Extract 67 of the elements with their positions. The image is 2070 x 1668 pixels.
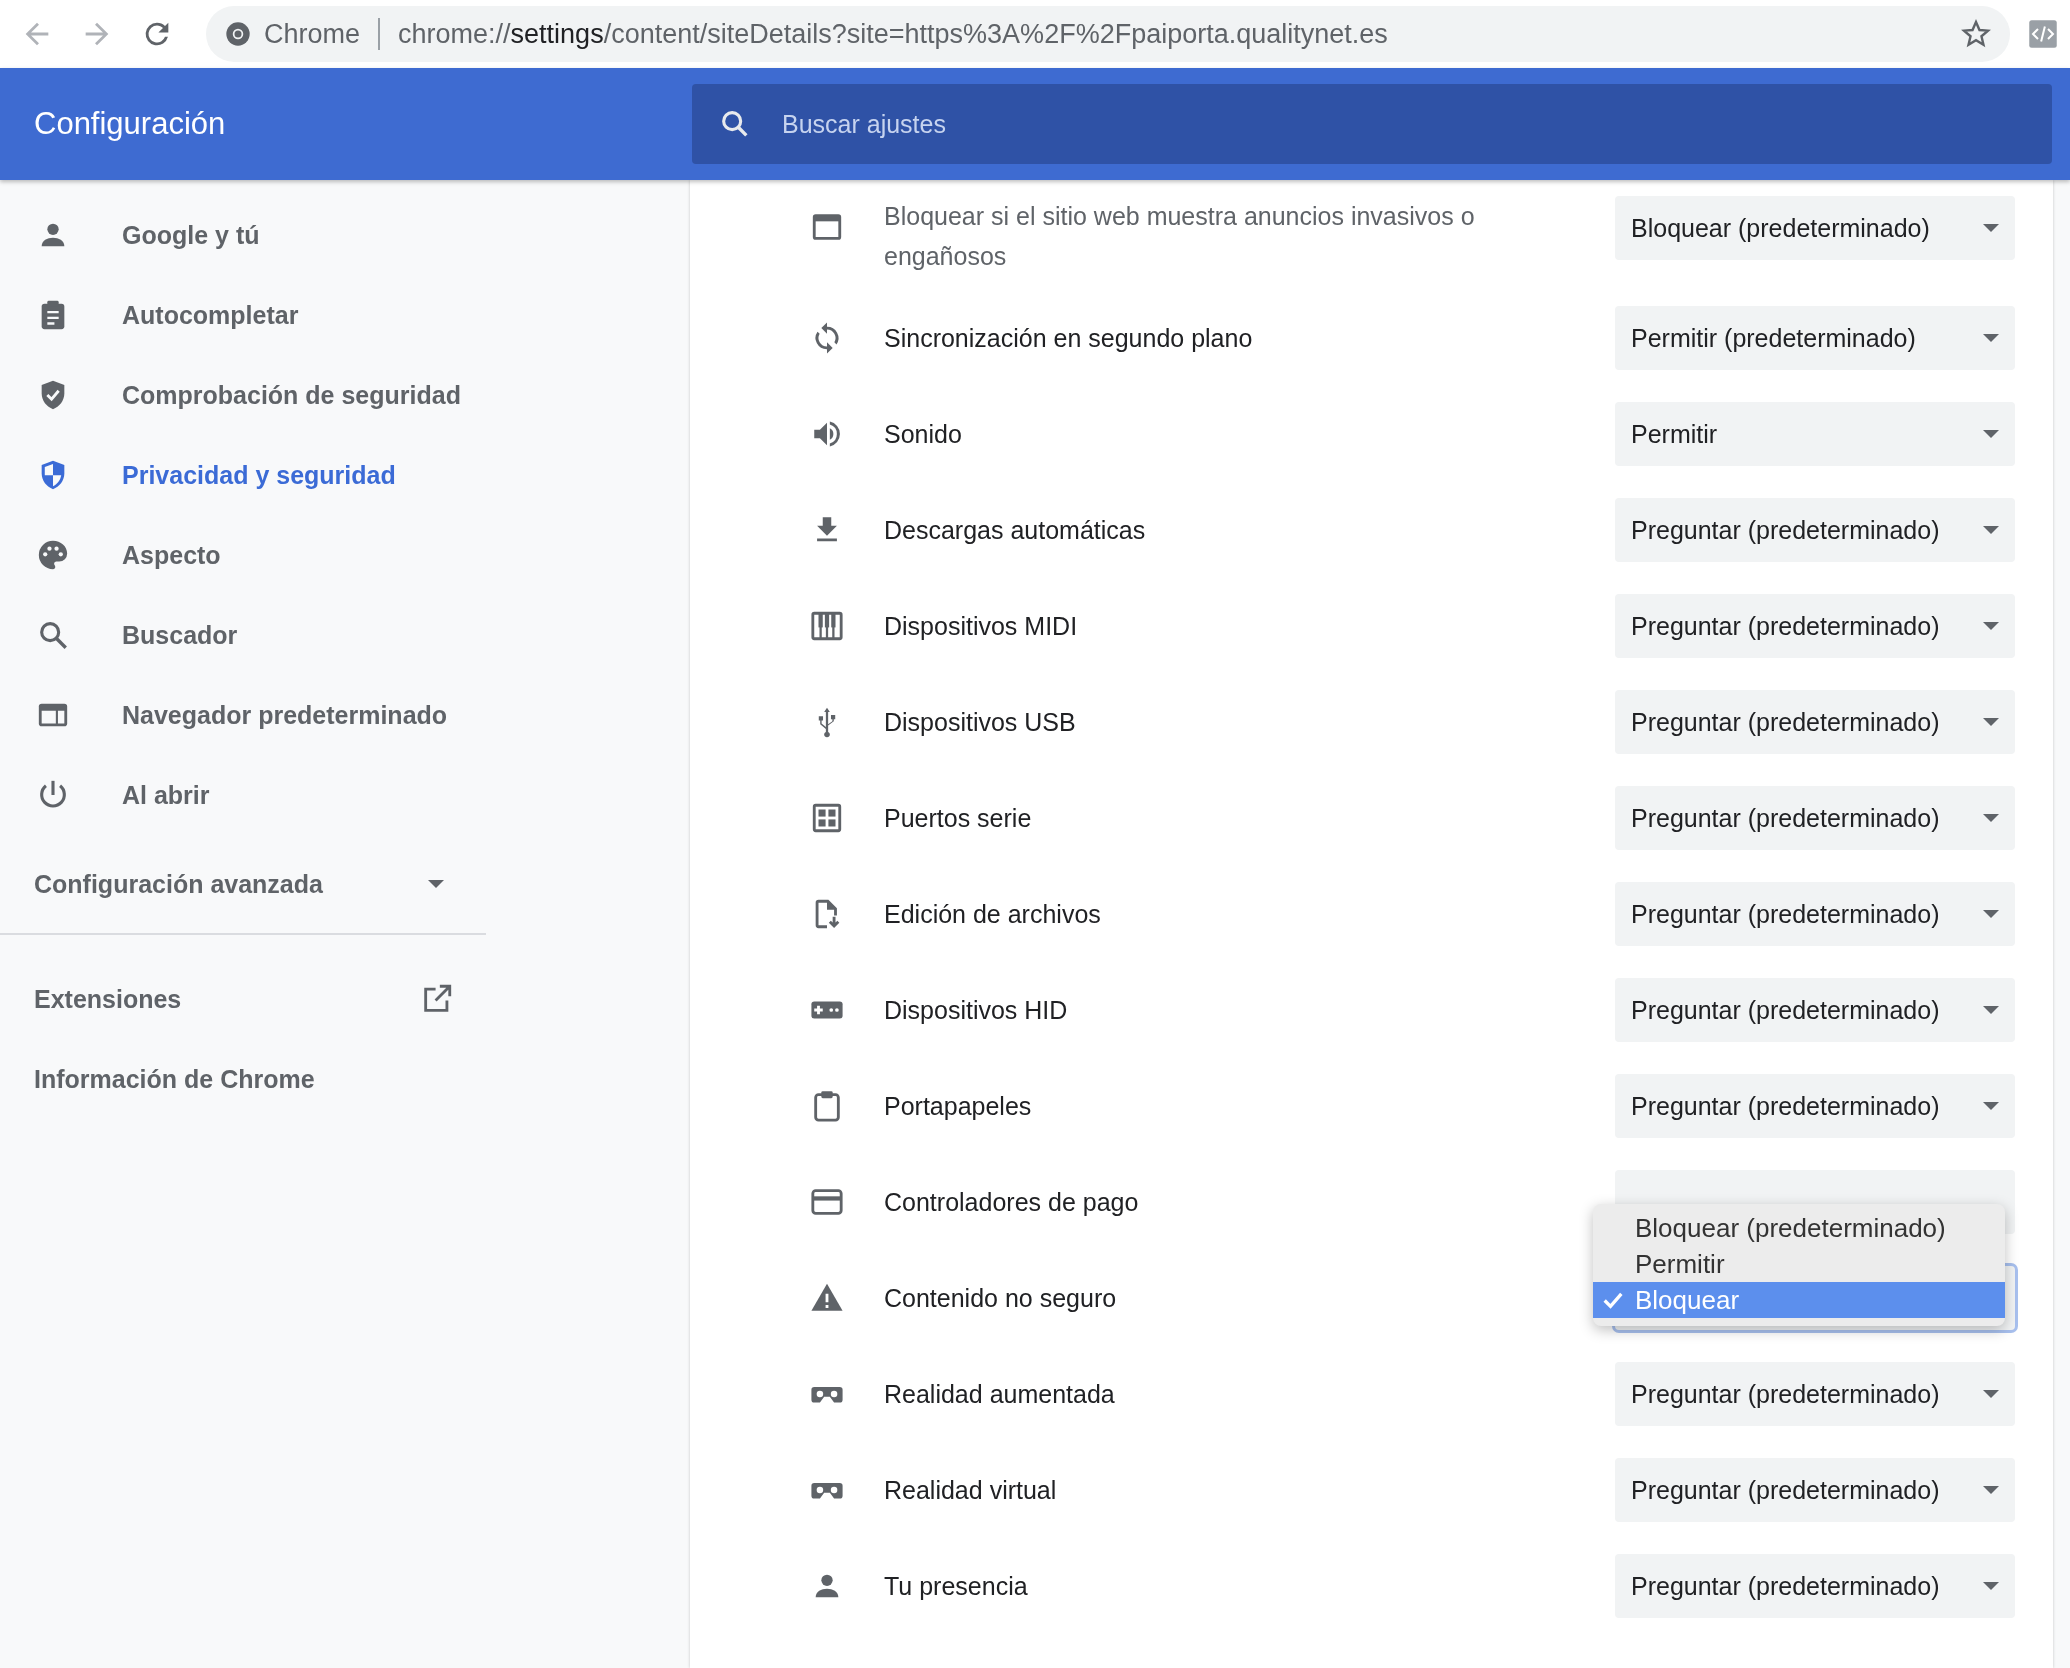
dropdown-arrow-icon: [1983, 1486, 1999, 1494]
menu-option[interactable]: Permitir: [1593, 1246, 2005, 1282]
setting-label: Sonido: [884, 419, 962, 449]
palette-icon: [36, 538, 70, 572]
permission-select[interactable]: Preguntar (predeterminado): [1615, 498, 2015, 562]
setting-label: Realidad aumentada: [884, 1379, 1115, 1409]
dropdown-arrow-icon: [1983, 814, 1999, 822]
sidebar-item[interactable]: Google y tú: [0, 195, 690, 275]
permission-select[interactable]: Preguntar (predeterminado): [1615, 1458, 2015, 1522]
url-text: chrome://settings/content/siteDetails?site=https%3A%2F%2Fpaiporta.qualitynet.es: [398, 18, 1389, 50]
setting-label: Controladores de pago: [884, 1187, 1139, 1217]
sidebar-item[interactable]: Aspecto: [0, 515, 690, 595]
menu-option[interactable]: Bloquear (predeterminado): [1593, 1210, 2005, 1246]
setting-label: Dispositivos MIDI: [884, 611, 1078, 641]
setting-label: Edición de archivos: [884, 899, 1101, 929]
checkmark-icon: [1603, 1291, 1623, 1309]
setting-label: Contenido no seguro: [884, 1283, 1117, 1313]
sidebar-link[interactable]: Extensiones: [34, 959, 454, 1039]
permission-select[interactable]: Preguntar (predeterminado): [1615, 1554, 2015, 1618]
dropdown-arrow-icon: [1983, 1582, 1999, 1590]
advanced-settings-toggle[interactable]: Configuración avanzada: [34, 849, 444, 919]
dropdown-arrow-icon: [1983, 334, 1999, 342]
sidebar-link[interactable]: Información de Chrome: [34, 1039, 454, 1119]
dropdown-arrow-icon: [1983, 526, 1999, 534]
code-extension-icon[interactable]: [2028, 19, 2058, 49]
dropdown-arrow-icon: [1983, 224, 1999, 232]
sidebar-item[interactable]: Al abrir: [0, 755, 690, 835]
permission-select[interactable]: Preguntar (predeterminado): [1615, 882, 2015, 946]
dropdown-arrow-icon: [1983, 1390, 1999, 1398]
setting-label: Portapapeles: [884, 1091, 1032, 1121]
sidebar-item[interactable]: Comprobación de seguridad: [0, 355, 690, 435]
permission-select[interactable]: Preguntar (predeterminado): [1615, 690, 2015, 754]
dropdown-arrow-icon: [1983, 622, 1999, 630]
permission-select[interactable]: Bloquear (predeterminado): [1615, 196, 2015, 260]
dropdown-arrow-icon: [1983, 1102, 1999, 1110]
sidebar-item[interactable]: Buscador: [0, 595, 690, 675]
setting-label: Realidad virtual: [884, 1475, 1057, 1505]
setting-description: Bloquear si el sitio web muestra anuncios invasivos o engañosos: [884, 201, 1476, 272]
sidebar-item[interactable]: Autocompletar: [0, 275, 690, 355]
search-field[interactable]: Buscar ajustes: [692, 84, 2052, 164]
caret-icon: [428, 880, 444, 888]
star-icon[interactable]: [1960, 18, 1992, 50]
setting-label: Dispositivos HID: [884, 995, 1068, 1025]
permission-select[interactable]: Preguntar (predeterminado): [1615, 786, 2015, 850]
dropdown-arrow-icon: [1983, 430, 1999, 438]
permission-select[interactable]: Preguntar (predeterminado): [1615, 594, 2015, 658]
setting-label: Sincronización en segundo plano: [884, 323, 1253, 353]
dropdown-arrow-icon: [1983, 718, 1999, 726]
permission-select[interactable]: Preguntar (predeterminado): [1615, 978, 2015, 1042]
site-chip-label: Chrome: [264, 18, 361, 50]
dropdown-arrow-icon: [1983, 1006, 1999, 1014]
permission-select[interactable]: Permitir (predeterminado): [1615, 306, 2015, 370]
setting-label: Puertos serie: [884, 803, 1032, 833]
setting-label: Dispositivos USB: [884, 707, 1076, 737]
permission-select[interactable]: Preguntar (predeterminado): [1615, 1074, 2015, 1138]
grid-chip-icon: [810, 801, 844, 835]
address-bar[interactable]: Chrome chrome://settings/content/siteDetails?site=https%3A%2F%2Fpaiporta.qualitynet.es: [206, 6, 2010, 62]
sidebar-item[interactable]: Navegador predeterminado: [0, 675, 690, 755]
chrome-logo-icon: [224, 20, 252, 48]
dropdown-arrow-icon: [1983, 910, 1999, 918]
sidebar-item[interactable]: Privacidad y seguridad: [0, 435, 690, 515]
permission-select[interactable]: Permitir: [1615, 402, 2015, 466]
permission-select[interactable]: Preguntar (predeterminado): [1615, 1362, 2015, 1426]
setting-label: Descargas automáticas: [884, 515, 1146, 545]
page-title: Configuración: [33, 106, 227, 142]
piano-keys-icon: [810, 609, 844, 643]
setting-label: Tu presencia: [884, 1571, 1028, 1601]
